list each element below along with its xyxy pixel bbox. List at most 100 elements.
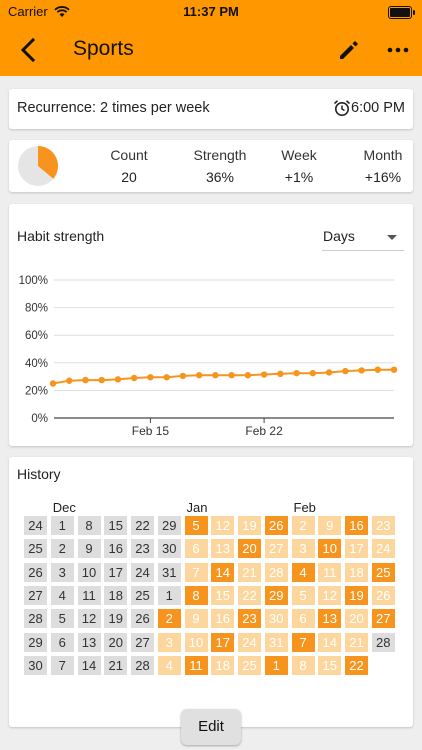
history-day[interactable]: 29	[264, 585, 288, 605]
history-day[interactable]: 22	[131, 516, 154, 535]
history-day[interactable]: 4	[291, 562, 315, 582]
history-day[interactable]: 24	[238, 632, 261, 652]
history-day[interactable]: 21	[104, 655, 128, 675]
history-day[interactable]: 4	[50, 585, 74, 605]
history-day[interactable]: 26	[264, 516, 288, 535]
history-day[interactable]: 11	[318, 562, 342, 582]
history-day[interactable]: 10	[77, 562, 101, 582]
history-day[interactable]: 25	[238, 655, 261, 675]
history-day[interactable]: 3	[50, 562, 74, 582]
history-day[interactable]: 31	[264, 632, 288, 652]
history-day[interactable]: 6	[184, 539, 208, 559]
history-day[interactable]: 27	[264, 539, 288, 559]
history-day[interactable]: 16	[211, 609, 235, 629]
history-day[interactable]: 9	[184, 609, 208, 629]
history-day[interactable]: 24	[24, 516, 47, 535]
history-day[interactable]: 30	[24, 655, 47, 675]
history-day[interactable]: 7	[184, 562, 208, 582]
history-day[interactable]: 12	[211, 516, 235, 535]
history-day[interactable]: 20	[345, 609, 368, 629]
history-day[interactable]: 22	[345, 655, 368, 675]
history-day[interactable]: 11	[184, 655, 208, 675]
history-day[interactable]: 28	[264, 562, 288, 582]
history-day[interactable]: 5	[184, 516, 208, 535]
history-day[interactable]: 17	[345, 539, 368, 559]
history-day[interactable]: 17	[104, 562, 128, 582]
history-day[interactable]: 21	[238, 562, 261, 582]
history-day[interactable]: 15	[104, 516, 128, 535]
history-day[interactable]: 14	[318, 632, 342, 652]
history-day[interactable]: 5	[50, 609, 74, 629]
history-day[interactable]: 24	[371, 539, 395, 559]
history-day[interactable]: 25	[24, 539, 47, 559]
history-day[interactable]: 19	[345, 585, 368, 605]
history-day[interactable]: 8	[184, 585, 208, 605]
history-day[interactable]: 6	[291, 609, 315, 629]
history-day[interactable]: 31	[157, 562, 181, 582]
history-day[interactable]: 6	[50, 632, 74, 652]
history-day[interactable]: 14	[77, 655, 101, 675]
history-day[interactable]: 16	[345, 516, 368, 535]
history-day[interactable]: 11	[77, 585, 101, 605]
arrow-back-icon[interactable]	[14, 36, 44, 64]
history-day[interactable]: 28	[24, 609, 47, 629]
history-day[interactable]: 26	[371, 585, 395, 605]
history-day[interactable]: 3	[157, 632, 181, 652]
history-day[interactable]: 24	[131, 562, 154, 582]
history-day[interactable]: 25	[131, 585, 154, 605]
history-day[interactable]: 29	[24, 632, 47, 652]
edit-history-button[interactable]: Edit	[181, 709, 241, 745]
history-day[interactable]: 23	[371, 516, 395, 535]
history-day[interactable]: 14	[211, 562, 235, 582]
history-day[interactable]: 12	[77, 609, 101, 629]
history-day[interactable]: 27	[131, 632, 154, 652]
history-day[interactable]: 28	[371, 632, 395, 652]
history-day[interactable]: 26	[131, 609, 154, 629]
history-day[interactable]: 1	[157, 585, 181, 605]
history-day[interactable]: 20	[238, 539, 261, 559]
history-day[interactable]: 15	[211, 585, 235, 605]
history-day[interactable]: 25	[371, 562, 395, 582]
history-day[interactable]: 27	[371, 609, 395, 629]
history-day[interactable]: 20	[104, 632, 128, 652]
history-day[interactable]: 13	[318, 609, 342, 629]
history-day[interactable]: 8	[291, 655, 315, 675]
history-day[interactable]: 18	[211, 655, 235, 675]
history-day[interactable]: 7	[50, 655, 74, 675]
history-day[interactable]: 19	[104, 609, 128, 629]
history-day[interactable]: 30	[157, 539, 181, 559]
history-day[interactable]: 7	[291, 632, 315, 652]
history-day[interactable]: 9	[318, 516, 342, 535]
history-day[interactable]: 12	[318, 585, 342, 605]
history-day[interactable]: 2	[50, 539, 74, 559]
history-day[interactable]: 27	[24, 585, 47, 605]
history-day[interactable]: 13	[211, 539, 235, 559]
history-day[interactable]: 23	[131, 539, 154, 559]
more-horiz-icon[interactable]	[386, 37, 410, 63]
history-day[interactable]: 16	[104, 539, 128, 559]
history-day[interactable]: 28	[131, 655, 154, 675]
history-day[interactable]: 18	[345, 562, 368, 582]
pencil-icon[interactable]	[336, 37, 362, 63]
history-day[interactable]: 8	[77, 516, 101, 535]
history-day[interactable]: 2	[157, 609, 181, 629]
history-day[interactable]: 23	[238, 609, 261, 629]
history-day[interactable]: 13	[77, 632, 101, 652]
history-day[interactable]: 4	[157, 655, 181, 675]
history-day[interactable]: 10	[318, 539, 342, 559]
history-day[interactable]: 2	[291, 516, 315, 535]
history-day[interactable]: 10	[184, 632, 208, 652]
history-day[interactable]: 5	[291, 585, 315, 605]
history-day[interactable]: 1	[50, 516, 74, 535]
history-day[interactable]: 15	[318, 655, 342, 675]
history-day[interactable]: 30	[264, 609, 288, 629]
history-day[interactable]: 18	[104, 585, 128, 605]
history-day[interactable]: 9	[77, 539, 101, 559]
history-day[interactable]: 22	[238, 585, 261, 605]
history-day[interactable]: 26	[24, 562, 47, 582]
history-day[interactable]: 17	[211, 632, 235, 652]
history-day[interactable]: 29	[157, 516, 181, 535]
history-day[interactable]: 1	[264, 655, 288, 675]
history-day[interactable]: 19	[238, 516, 261, 535]
history-day[interactable]: 3	[291, 539, 315, 559]
